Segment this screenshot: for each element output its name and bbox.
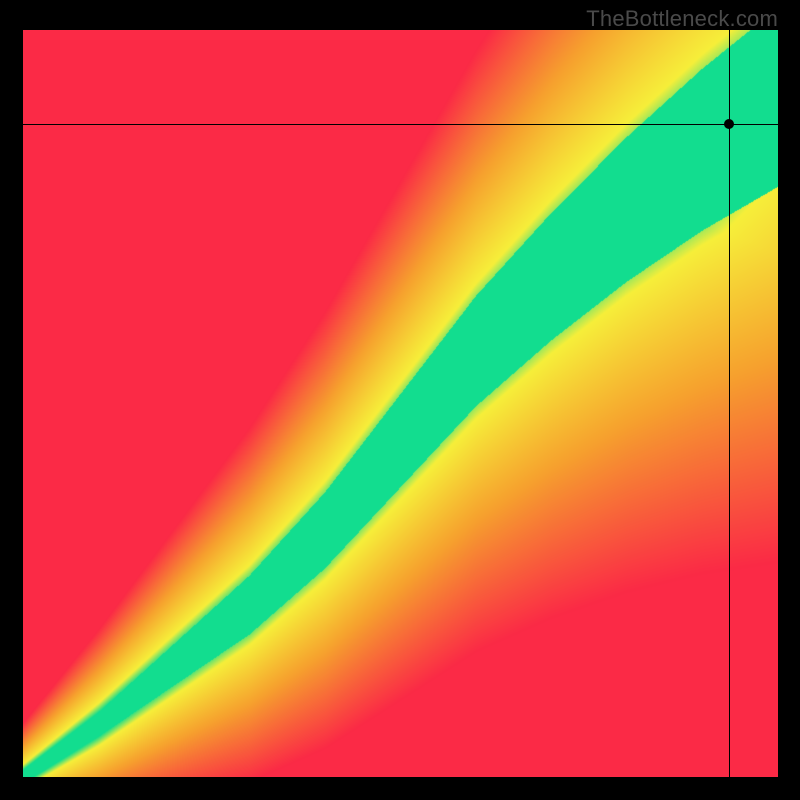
crosshair-horizontal [23,124,778,125]
bottleneck-heatmap [23,30,778,777]
watermark-text: TheBottleneck.com [586,6,778,32]
heatmap-canvas [23,30,778,777]
crosshair-vertical [729,30,730,777]
selection-marker [724,119,734,129]
